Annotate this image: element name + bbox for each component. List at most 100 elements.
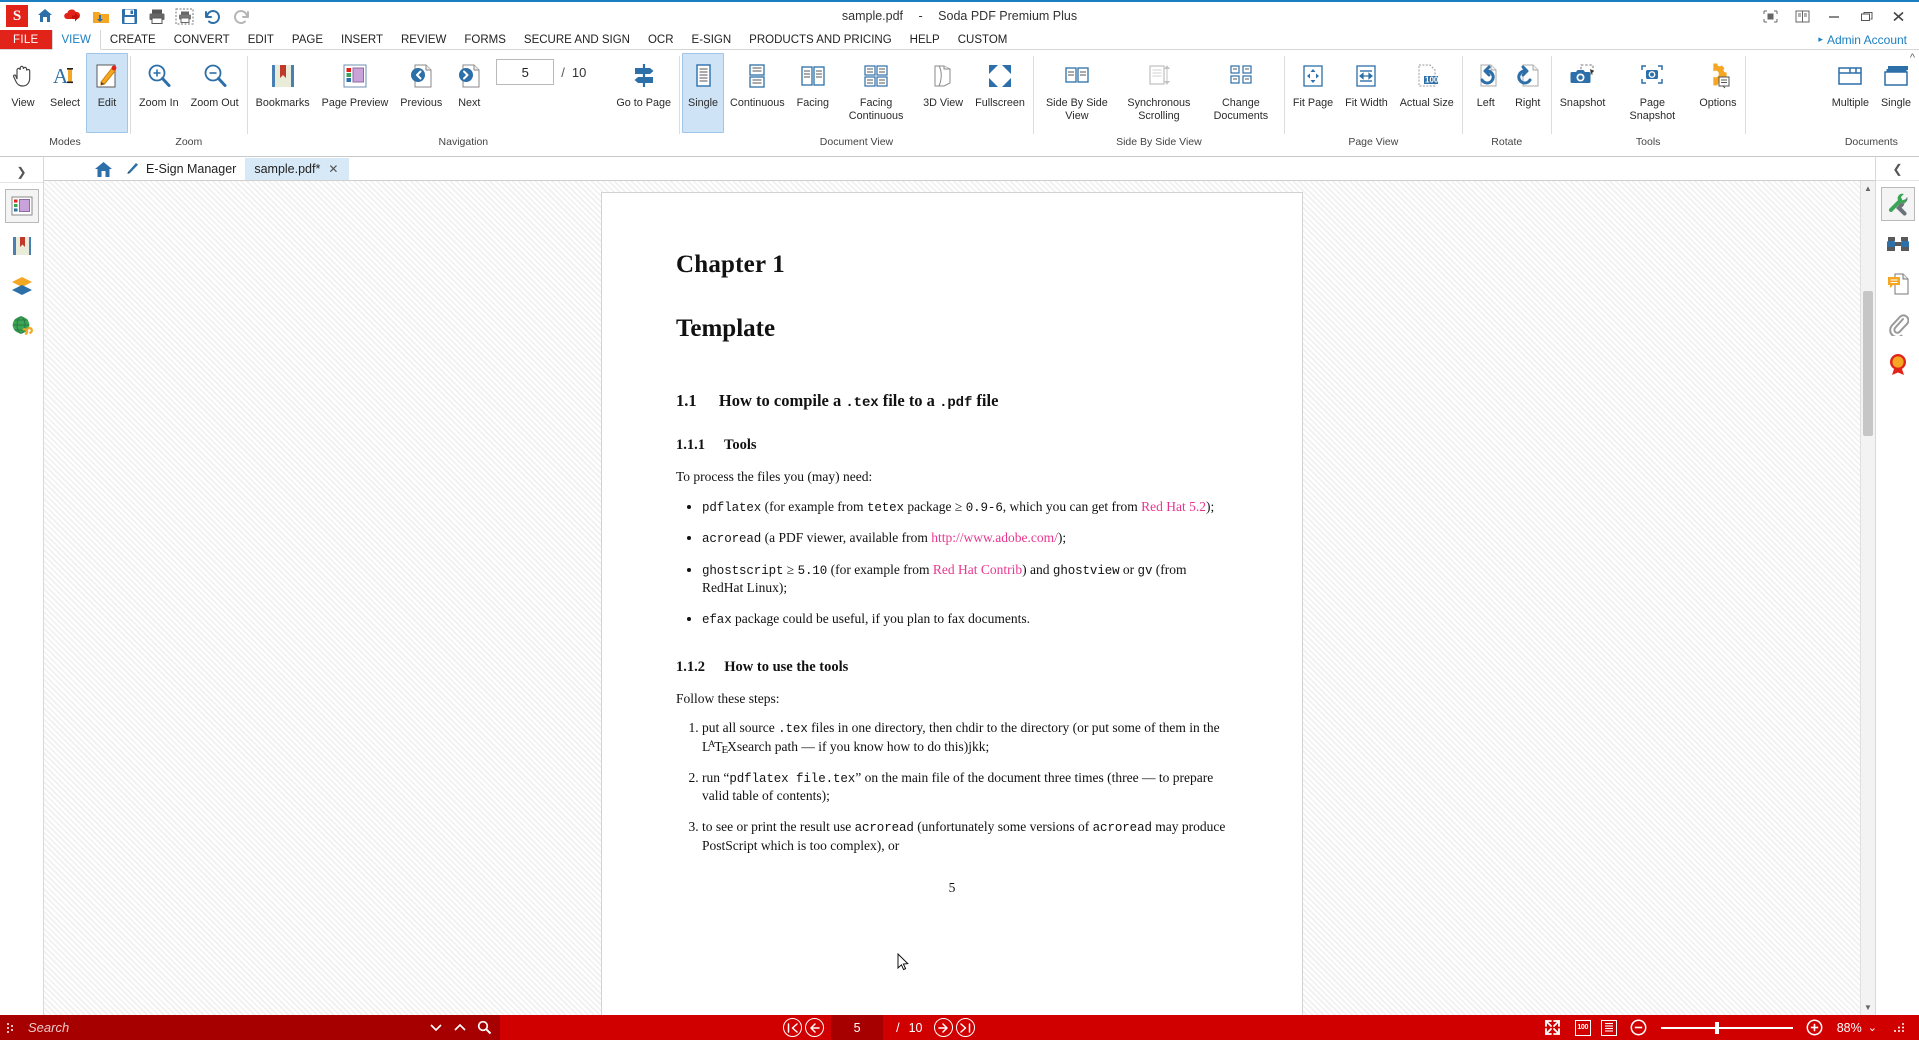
redo-icon[interactable] (228, 3, 254, 29)
current-page-field[interactable]: 5 (831, 1015, 884, 1040)
first-page-button[interactable] (783, 1018, 803, 1037)
next-page-button[interactable]: Next (448, 53, 490, 133)
app-logo[interactable]: S (4, 3, 30, 29)
scroll-down-icon[interactable]: ▼ (1861, 1000, 1875, 1015)
save-icon[interactable] (116, 3, 142, 29)
search-magnifier-icon[interactable] (472, 1020, 496, 1035)
tab-view[interactable]: VIEW (51, 30, 101, 50)
zoom-in-button[interactable] (1803, 1019, 1827, 1036)
vertical-scrollbar[interactable]: ▲ ▼ (1860, 181, 1875, 1015)
side-by-side-view-button[interactable]: Side By Side View (1036, 53, 1118, 133)
rotate-left-button[interactable]: Left (1465, 53, 1507, 133)
tab-review[interactable]: REVIEW (392, 30, 455, 49)
last-page-button[interactable] (955, 1018, 975, 1037)
tools-wrench-panel-button[interactable] (1880, 187, 1915, 221)
page-snapshot-button[interactable]: Page Snapshot (1611, 53, 1693, 133)
zoom-out-button[interactable]: Zoom Out (185, 53, 245, 133)
tab-create[interactable]: CREATE (101, 30, 165, 49)
tab-page[interactable]: PAGE (283, 30, 332, 49)
continuous-view-button[interactable]: Continuous (724, 53, 791, 133)
zoom-level-label[interactable]: 88% (1837, 1021, 1862, 1035)
fit-page-button[interactable]: Fit Page (1287, 53, 1339, 133)
zoom-out-button[interactable] (1627, 1019, 1651, 1036)
maximize-button[interactable] (1851, 3, 1881, 29)
rotate-right-button[interactable]: Right (1507, 53, 1549, 133)
page-preview-button[interactable]: Page Preview (316, 53, 395, 133)
tab-file[interactable]: FILE (0, 30, 52, 49)
open-cloud-icon[interactable] (60, 3, 86, 29)
undo-icon[interactable] (200, 3, 226, 29)
comments-panel-button[interactable] (1881, 267, 1915, 301)
chevron-up-icon[interactable] (448, 1023, 472, 1032)
next-page-button[interactable] (933, 1018, 953, 1037)
snapshot-button[interactable]: Snapshot (1554, 53, 1612, 133)
change-documents-button[interactable]: Change Documents (1200, 53, 1282, 133)
bookmarks-panel-button[interactable] (5, 229, 39, 263)
expand-left-panel-button[interactable]: ❯ (0, 161, 43, 183)
fullscreen-icon[interactable] (1541, 1019, 1565, 1036)
zoom-in-button[interactable]: Zoom In (133, 53, 185, 133)
fullscreen-button[interactable]: Fullscreen (969, 53, 1031, 133)
pdf-page[interactable]: Chapter 1 Template 1.1 How to compile a … (602, 193, 1302, 1015)
attachments-panel-button[interactable] (1881, 307, 1915, 341)
zoom-slider[interactable] (1660, 1021, 1793, 1034)
collapse-right-panel-button[interactable]: ❮ (1876, 157, 1919, 181)
doc-link-adobe[interactable]: http://www.adobe.com/ (931, 530, 1058, 545)
3d-view-button[interactable]: 3D View (917, 53, 969, 133)
minimize-button[interactable] (1819, 3, 1849, 29)
tab-help[interactable]: HELP (901, 30, 949, 49)
batch-print-icon[interactable] (172, 3, 198, 29)
doc-link-red-hat[interactable]: Red Hat 5.2 (1141, 499, 1206, 514)
home-icon[interactable] (32, 3, 58, 29)
multiple-documents-button[interactable]: Multiple (1826, 53, 1875, 133)
search-input[interactable] (22, 1020, 424, 1035)
links-panel-button[interactable] (5, 309, 39, 343)
resize-grip-icon[interactable] (1887, 1022, 1911, 1033)
zoom-slider-knob[interactable] (1714, 1021, 1719, 1034)
doc-link-red-hat-contrib[interactable]: Red Hat Contrib (933, 562, 1022, 577)
actual-size-100-icon[interactable]: 100 (1574, 1019, 1591, 1036)
scrollbar-thumb[interactable] (1863, 291, 1873, 436)
collapse-ribbon-button[interactable]: ^ (1910, 52, 1915, 64)
book-view-icon[interactable] (1787, 3, 1817, 29)
single-page-view-button[interactable]: Single (682, 53, 725, 133)
single-page-view-icon[interactable] (1600, 1019, 1617, 1036)
view-mode-button[interactable]: View (2, 53, 44, 133)
previous-page-button[interactable]: Previous (394, 53, 448, 133)
tab-custom[interactable]: CUSTOM (949, 30, 1017, 49)
page-thumbnails-panel-button[interactable] (4, 189, 39, 223)
facing-view-button[interactable]: Facing (791, 53, 835, 133)
home-tab-button[interactable] (90, 158, 116, 180)
close-button[interactable] (1883, 3, 1913, 29)
bookmarks-button[interactable]: Bookmarks (250, 53, 316, 133)
edit-mode-button[interactable]: Edit (86, 53, 129, 133)
zoom-dropdown-caret-icon[interactable]: ⌄ (1868, 1021, 1877, 1034)
tab-insert[interactable]: INSERT (332, 30, 392, 49)
goto-page-button[interactable]: Go to Page (610, 53, 677, 133)
scroll-up-icon[interactable]: ▲ (1861, 181, 1875, 196)
fit-width-button[interactable]: Fit Width (1339, 53, 1394, 133)
admin-account-button[interactable]: ▸ Admin Account (1806, 30, 1919, 49)
page-scroll-region[interactable]: Chapter 1 Template 1.1 How to compile a … (44, 181, 1860, 1015)
actual-size-button[interactable]: 100 Actual Size (1394, 53, 1460, 133)
chevron-down-icon[interactable] (424, 1023, 448, 1032)
select-mode-button[interactable]: A Select (44, 53, 86, 133)
restore-view-icon[interactable] (1755, 3, 1785, 29)
tab-secure-and-sign[interactable]: SECURE AND SIGN (515, 30, 639, 49)
tab-convert[interactable]: CONVERT (165, 30, 239, 49)
page-number-input[interactable] (496, 59, 555, 85)
previous-page-button[interactable] (805, 1018, 825, 1037)
tab-products-and-pricing[interactable]: PRODUCTS AND PRICING (740, 30, 901, 49)
tab-ocr[interactable]: OCR (639, 30, 683, 49)
synchronous-scrolling-button[interactable]: Synchronous Scrolling (1118, 53, 1200, 133)
single-document-button[interactable]: Single (1875, 53, 1917, 133)
facing-continuous-view-button[interactable]: Facing Continuous (835, 53, 917, 133)
options-button[interactable]: Options (1693, 53, 1742, 133)
tab-esign[interactable]: E-SIGN (683, 30, 741, 49)
save-cloud-icon[interactable] (88, 3, 114, 29)
close-tab-icon[interactable]: ✕ (326, 162, 340, 176)
print-icon[interactable] (144, 3, 170, 29)
layers-panel-button[interactable] (5, 269, 39, 303)
document-tab-sample-pdf[interactable]: sample.pdf* ✕ (245, 158, 350, 180)
tab-forms[interactable]: FORMS (455, 30, 515, 49)
